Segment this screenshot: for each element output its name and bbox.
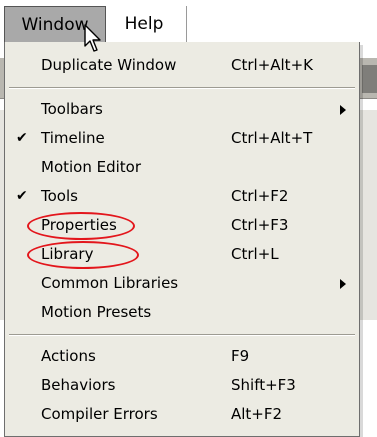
menu-item-tools[interactable]: ✔ Tools Ctrl+F2	[5, 182, 359, 211]
menu-item-compiler-errors[interactable]: Compiler Errors Alt+F2	[5, 400, 359, 429]
menu-item-motion-presets[interactable]: Motion Presets	[5, 298, 359, 327]
mouse-pointer-icon	[84, 24, 106, 58]
menu-item-label: Actions	[41, 347, 96, 365]
menu-item-label: Common Libraries	[41, 274, 179, 292]
check-icon: ✔	[16, 188, 28, 204]
menu-separator	[9, 87, 355, 89]
menu-item-label: Tools	[41, 187, 78, 205]
submenu-arrow-icon	[340, 279, 346, 289]
menu-item-shortcut: Ctrl+F3	[231, 216, 289, 234]
menu-item-shortcut: Ctrl+Alt+T	[231, 129, 313, 147]
menu-item-shortcut: Alt+F2	[231, 405, 283, 423]
menu-item-label: Duplicate Window	[41, 56, 177, 74]
menu-item-behaviors[interactable]: Behaviors Shift+F3	[5, 371, 359, 400]
menu-separator	[9, 334, 355, 336]
menu-item-motion-editor[interactable]: Motion Editor	[5, 153, 359, 182]
menu-item-shortcut: Ctrl+L	[231, 245, 279, 263]
highlight-ellipse-properties	[27, 212, 135, 240]
menu-item-timeline[interactable]: ✔ Timeline Ctrl+Alt+T	[5, 124, 359, 153]
menu-item-label: Toolbars	[41, 100, 103, 118]
menu-item-label: Compiler Errors	[41, 405, 158, 423]
check-icon: ✔	[16, 130, 28, 146]
menu-item-shortcut: Ctrl+Alt+K	[231, 56, 313, 74]
background-panel-edge	[362, 65, 377, 93]
menu-item-label: Motion Editor	[41, 158, 142, 176]
menu-item-duplicate-window[interactable]: Duplicate Window Ctrl+Alt+K	[5, 51, 359, 80]
submenu-arrow-icon	[340, 105, 346, 115]
highlight-ellipse-library	[27, 241, 139, 269]
menu-item-actions[interactable]: Actions F9	[5, 342, 359, 371]
window-menu-dropdown: Duplicate Window Ctrl+Alt+K Toolbars ✔ T…	[4, 42, 360, 437]
menu-item-label: Timeline	[41, 129, 105, 147]
menu-item-label: Motion Presets	[41, 303, 152, 321]
menu-bar: Window Help	[0, 0, 377, 45]
menu-bar-divider	[186, 6, 187, 42]
menu-help[interactable]: Help	[108, 6, 180, 42]
menu-item-common-libraries[interactable]: Common Libraries	[5, 269, 359, 298]
menu-item-shortcut: Shift+F3	[231, 376, 296, 394]
menu-item-shortcut: F9	[231, 347, 250, 365]
menu-item-label: Behaviors	[41, 376, 116, 394]
menu-item-toolbars[interactable]: Toolbars	[5, 95, 359, 124]
menu-item-shortcut: Ctrl+F2	[231, 187, 289, 205]
